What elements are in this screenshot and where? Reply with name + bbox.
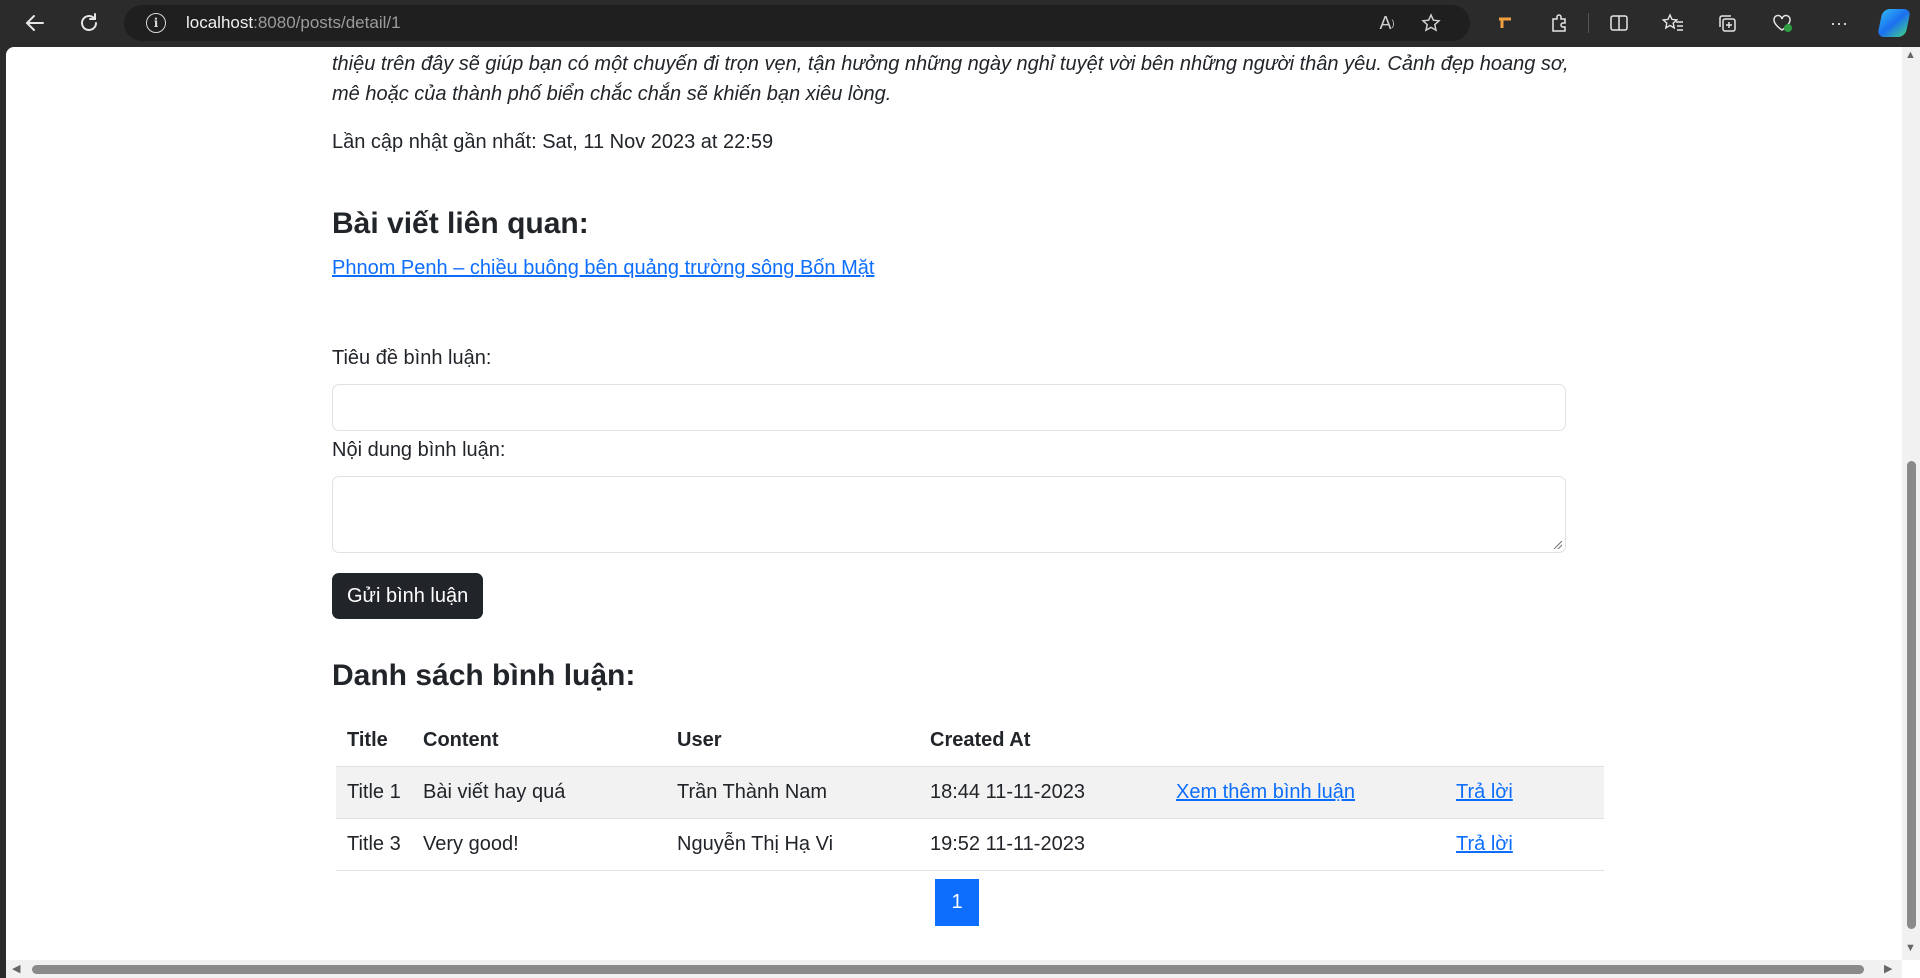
pagination-page-1[interactable]: 1	[935, 879, 979, 926]
page-viewport: thiệu trên đây sẽ giúp bạn có một chuyến…	[6, 47, 1920, 978]
site-info-icon[interactable]: i	[146, 13, 166, 33]
comment-title-label: Tiêu đề bình luận:	[332, 347, 492, 369]
comment-date-cell: 18:44 11-11-2023	[930, 781, 1085, 803]
favorites-icon[interactable]	[1656, 6, 1690, 40]
read-aloud-icon[interactable]: A)	[1374, 10, 1400, 36]
star-icon[interactable]	[1418, 10, 1444, 36]
comment-content-cell: Very good!	[423, 833, 519, 855]
scroll-down-arrow-icon[interactable]: ▼	[1905, 942, 1916, 954]
browser-essentials-icon[interactable]	[1766, 6, 1800, 40]
vertical-scroll-thumb[interactable]	[1907, 461, 1916, 929]
comment-title-input[interactable]	[332, 384, 1566, 431]
collections-icon[interactable]	[1710, 6, 1744, 40]
scroll-up-arrow-icon[interactable]: ▲	[1905, 49, 1916, 61]
view-more-comments-link[interactable]: Xem thêm bình luận	[1176, 767, 1355, 818]
resize-handle-icon[interactable]	[1554, 541, 1562, 549]
url-text[interactable]: localhost:8080/posts/detail/1	[186, 13, 401, 33]
reply-link[interactable]: Trả lời	[1456, 767, 1513, 818]
reload-icon[interactable]	[72, 6, 106, 40]
last-updated: Lần cập nhật gần nhất: Sat, 11 Nov 2023 …	[332, 131, 774, 153]
table-header-row: Title Content User Created At	[336, 715, 1604, 767]
vertical-scrollbar[interactable]: ▲ ▼	[1902, 47, 1920, 960]
split-screen-icon[interactable]	[1602, 6, 1636, 40]
related-posts-heading: Bài viết liên quan:	[332, 207, 589, 240]
address-bar[interactable]: i localhost:8080/posts/detail/1 A)	[124, 5, 1470, 41]
copilot-icon[interactable]	[1877, 9, 1911, 37]
column-header-user: User	[677, 729, 722, 751]
intro-line-1: thiệu trên đây sẽ giúp bạn có một chuyến…	[332, 53, 1569, 75]
toolbar-divider	[1588, 13, 1589, 33]
submit-comment-button[interactable]: Gửi bình luận	[332, 573, 484, 619]
comment-content-cell: Bài viết hay quá	[423, 781, 566, 803]
scroll-left-arrow-icon[interactable]: ◀	[12, 962, 20, 975]
back-arrow-icon[interactable]	[18, 6, 52, 40]
table-row: Title 1 Bài viết hay quá Trần Thành Nam …	[336, 767, 1604, 819]
comment-date-cell: 19:52 11-11-2023	[930, 833, 1085, 855]
table-row: Title 3 Very good! Nguyễn Thị Hạ Vi 19:5…	[336, 819, 1604, 871]
comment-user-cell: Trần Thành Nam	[677, 781, 828, 803]
scroll-right-arrow-icon[interactable]: ▶	[1884, 962, 1892, 975]
horizontal-scroll-thumb[interactable]	[32, 965, 1864, 974]
related-post-link[interactable]: Phnom Penh – chiều buông bên quảng trườn…	[332, 257, 874, 280]
comment-list-heading: Danh sách bình luận:	[332, 659, 636, 692]
column-header-title: Title	[347, 729, 388, 751]
intro-line-2: mê hoặc của thành phố biển chắc chắn sẽ …	[332, 83, 892, 105]
comment-content-textarea[interactable]	[332, 476, 1566, 553]
horizontal-scrollbar[interactable]: ◀ ▶	[6, 960, 1902, 978]
comment-content-label: Nội dung bình luận:	[332, 439, 506, 461]
comment-title-cell: Title 3	[347, 833, 401, 855]
post-intro-text: thiệu trên đây sẽ giúp bạn có một chuyến…	[332, 49, 1572, 109]
comment-user-cell: Nguyễn Thị Hạ Vi	[677, 833, 834, 855]
more-icon[interactable]: ···	[1822, 6, 1856, 40]
column-header-created-at: Created At	[930, 729, 1031, 751]
comment-title-cell: Title 1	[347, 781, 401, 803]
reply-link[interactable]: Trả lời	[1456, 819, 1513, 870]
column-header-content: Content	[423, 729, 499, 751]
puzzle-icon[interactable]	[1542, 6, 1576, 40]
extension-orange-icon[interactable]	[1488, 6, 1522, 40]
browser-toolbar: i localhost:8080/posts/detail/1 A) ···	[0, 0, 1920, 46]
